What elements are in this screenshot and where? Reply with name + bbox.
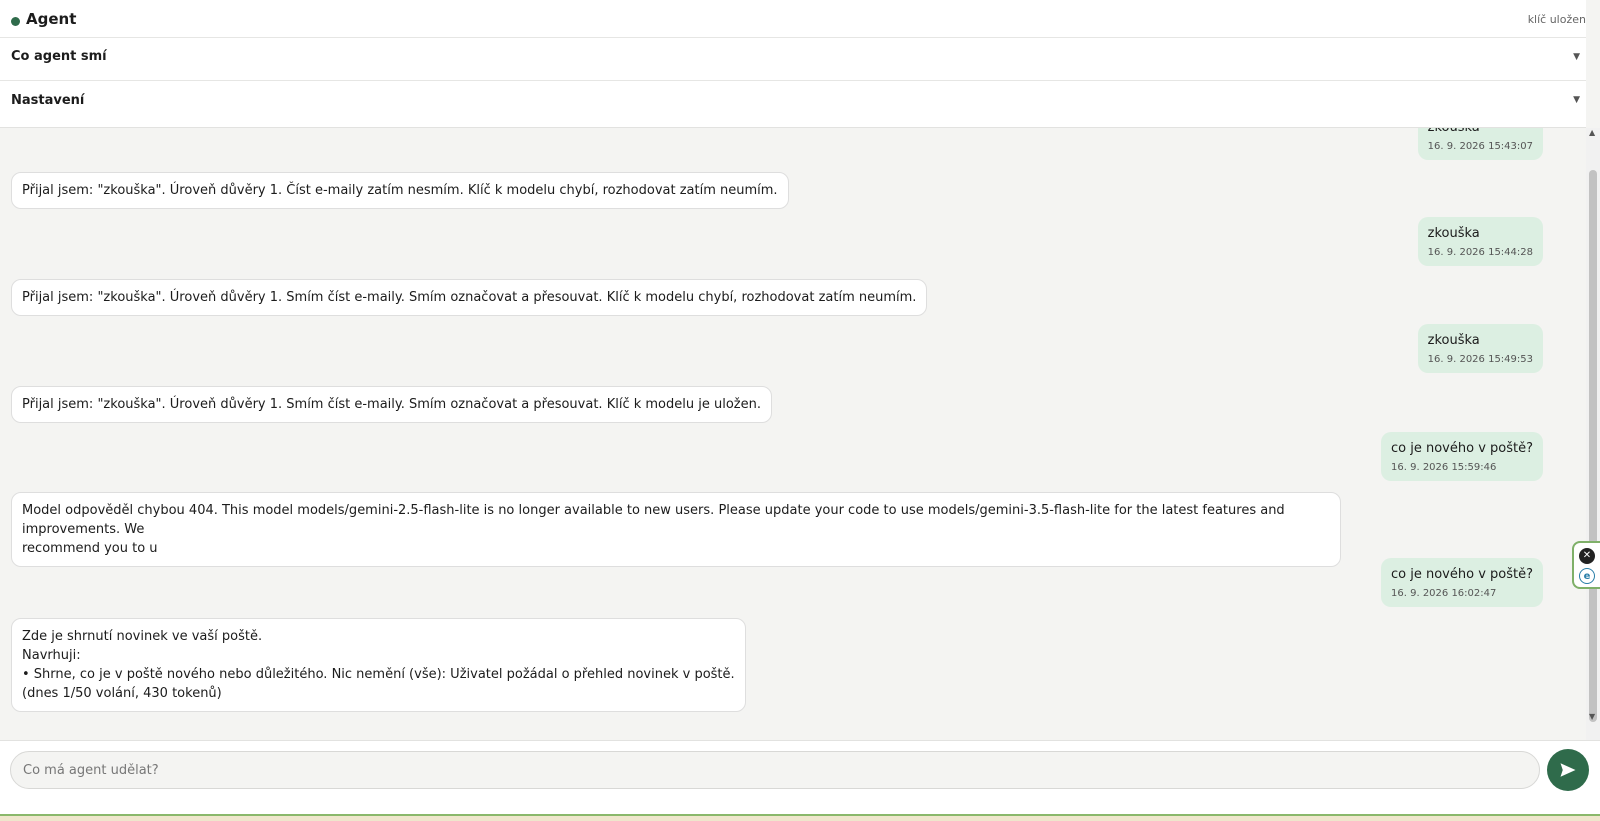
message-input[interactable] <box>10 751 1540 789</box>
app-title: Agent <box>26 10 77 28</box>
message-timestamp: 16. 9. 2026 16:02:47 <box>1391 588 1497 599</box>
section-permissions[interactable]: Co agent smí ▼ <box>0 38 1586 81</box>
agent-message: Model odpověděl chybou 404. This model m… <box>11 492 1341 567</box>
user-message: zkouška 16. 9. 2026 15:49:53 <box>1417 324 1543 373</box>
floating-widget: ✕ e <box>1572 541 1600 589</box>
message-text: (dnes 1/50 volání, 430 tokenů) <box>22 686 222 701</box>
user-message: co je nového v poště? 16. 9. 2026 16:02:… <box>1381 558 1543 607</box>
close-icon[interactable]: ✕ <box>1579 548 1595 564</box>
agent-message: Přijal jsem: "zkouška". Úroveň důvěry 1.… <box>11 172 789 209</box>
user-message: zkouška 16. 9. 2026 15:43:07 <box>1417 128 1543 160</box>
message-timestamp: 16. 9. 2026 15:43:07 <box>1427 141 1533 152</box>
send-icon <box>1560 763 1576 777</box>
chat-scrollbar[interactable]: ▲ ▼ <box>1586 128 1600 740</box>
message-timestamp: 16. 9. 2026 15:59:46 <box>1391 462 1497 473</box>
message-text: zkouška <box>1427 333 1480 348</box>
message-text: zkouška <box>1427 226 1480 241</box>
user-message: zkouška 16. 9. 2026 15:44:28 <box>1417 217 1543 266</box>
message-text: Přijal jsem: "zkouška". Úroveň důvěry 1.… <box>22 397 761 412</box>
user-message: co je nového v poště? 16. 9. 2026 15:59:… <box>1381 432 1543 481</box>
message-timestamp: 16. 9. 2026 15:49:53 <box>1427 354 1533 365</box>
key-status: klíč uložen <box>1527 13 1586 26</box>
agent-message: Přijal jsem: "zkouška". Úroveň důvěry 1.… <box>11 386 772 423</box>
send-button[interactable] <box>1547 749 1589 791</box>
bottom-strip <box>0 814 1600 821</box>
section-settings-label: Nastavení <box>11 93 85 108</box>
message-text: recommend you to u <box>22 541 158 556</box>
section-settings[interactable]: Nastavení ▼ <box>0 81 1586 128</box>
scroll-up-arrow-icon[interactable]: ▲ <box>1589 128 1595 137</box>
message-timestamp: 16. 9. 2026 15:44:28 <box>1427 247 1533 258</box>
title-row: Agent klíč uložen <box>0 0 1586 38</box>
message-text: • Shrne, co je v poště nového nebo důlež… <box>22 667 735 682</box>
status-dot <box>11 17 20 26</box>
message-text: Přijal jsem: "zkouška". Úroveň důvěry 1.… <box>22 183 778 198</box>
message-text: zkouška <box>1428 128 1533 137</box>
extension-e-icon[interactable]: e <box>1579 568 1595 584</box>
chevron-down-icon: ▼ <box>1573 95 1580 105</box>
chat-log[interactable]: zkouška 16. 9. 2026 15:43:07 Přijal jsem… <box>0 128 1586 740</box>
agent-message: Zde je shrnutí novinek ve vaší poště. Na… <box>11 618 746 712</box>
message-text: Navrhuji: <box>22 648 81 663</box>
message-text: Model odpověděl chybou 404. This model m… <box>22 503 1285 537</box>
agent-message: Přijal jsem: "zkouška". Úroveň důvěry 1.… <box>11 279 928 316</box>
agent-app: Agent klíč uložen Co agent smí ▼ Nastave… <box>0 0 1600 821</box>
chevron-down-icon: ▼ <box>1573 52 1580 62</box>
section-permissions-label: Co agent smí <box>11 49 107 64</box>
scroll-down-arrow-icon[interactable]: ▼ <box>1589 712 1595 721</box>
scroll-thumb[interactable] <box>1589 170 1597 722</box>
message-text: Zde je shrnutí novinek ve vaší poště. <box>22 629 263 644</box>
header: Agent klíč uložen Co agent smí ▼ Nastave… <box>0 0 1586 128</box>
message-text: co je nového v poště? <box>1391 441 1533 456</box>
message-text: Přijal jsem: "zkouška". Úroveň důvěry 1.… <box>22 290 917 305</box>
composer <box>0 740 1600 814</box>
message-text: co je nového v poště? <box>1391 567 1533 582</box>
